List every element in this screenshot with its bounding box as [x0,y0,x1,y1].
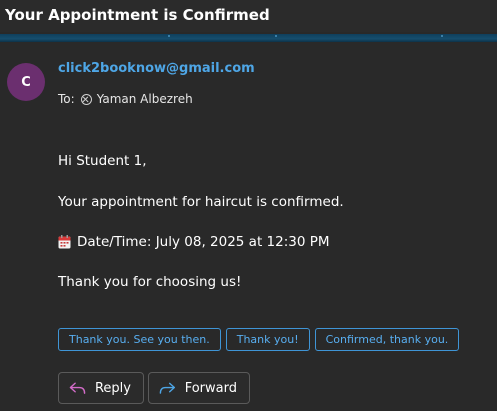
forward-label: Forward [184,380,237,396]
reply-arrow-icon [69,382,86,394]
suggested-reply-thank-you[interactable]: Thank you! [225,328,310,351]
suggested-reply-see-you[interactable]: Thank you. See you then. [58,328,221,351]
datetime-text: Date/Time: July 08, 2025 at 12:30 PM [77,234,330,250]
message-actions: Reply Forward [58,372,250,404]
avatar-initial: C [21,74,31,90]
suggested-replies: Thank you. See you then. Thank you! Conf… [58,328,460,351]
recipient-name[interactable]: Yaman Albezreh [97,92,193,106]
body-text: Your appointment for haircut is confirme… [58,194,344,210]
forward-arrow-icon [159,382,176,394]
suggested-reply-confirmed[interactable]: Confirmed, thank you. [314,328,460,351]
calendar-icon [58,235,71,249]
sender-avatar[interactable]: C [7,63,45,101]
remove-icon[interactable] [80,93,92,105]
recipients-row: To: Yaman Albezreh [58,92,193,106]
accent-strip [0,34,497,42]
title-bar: Your Appointment is Confirmed [0,0,497,32]
page-title: Your Appointment is Confirmed [5,6,270,24]
sender-email[interactable]: click2booknow@gmail.com [58,61,255,76]
forward-button[interactable]: Forward [148,372,250,404]
reply-label: Reply [94,380,131,396]
datetime-line: Date/Time: July 08, 2025 at 12:30 PM [58,234,330,250]
greeting-text: Hi Student 1, [58,153,147,169]
reply-button[interactable]: Reply [58,372,144,404]
closing-text: Thank you for choosing us! [58,274,242,290]
to-label: To: [58,92,75,106]
